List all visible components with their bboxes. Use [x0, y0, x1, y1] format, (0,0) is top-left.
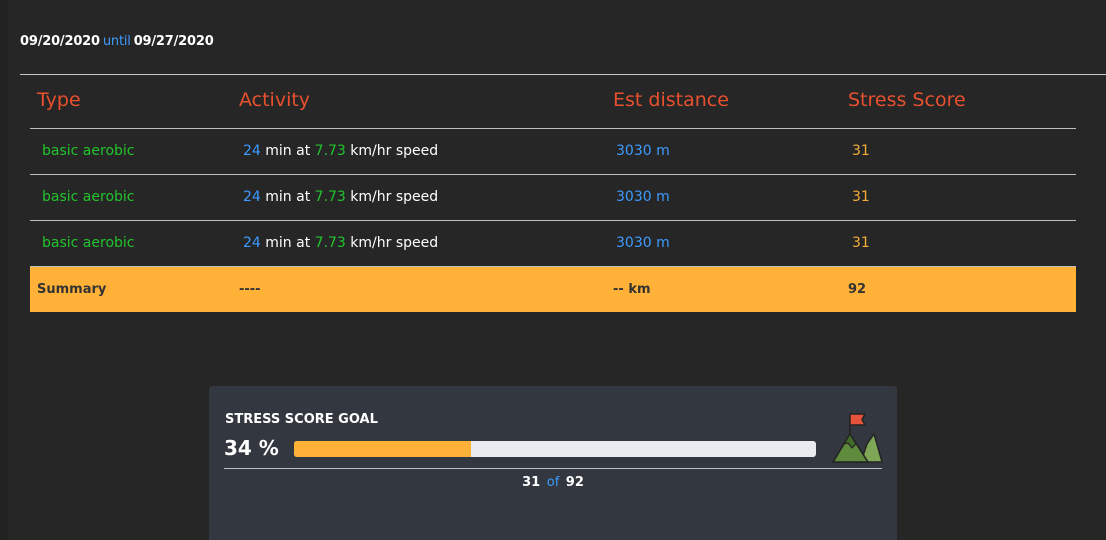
row-score: 31 — [852, 143, 870, 159]
row-activity: 24 min at 7.73 km/hr speed — [243, 189, 438, 205]
goal-current: 31 — [522, 475, 541, 490]
row-distance: 3030 m — [616, 235, 670, 251]
left-edge-panel — [0, 0, 8, 540]
goal-percent: 34 % — [224, 436, 279, 460]
row-minutes: 24 — [243, 143, 261, 159]
row-activity: 24 min at 7.73 km/hr speed — [243, 235, 438, 251]
row-activity: 24 min at 7.73 km/hr speed — [243, 143, 438, 159]
row-speed: 7.73 — [314, 143, 346, 159]
row-distance: 3030 m — [616, 143, 670, 159]
table-row: basic aerobic 24 min at 7.73 km/hr speed… — [30, 129, 1076, 175]
date-range: 09/20/2020 until 09/27/2020 — [20, 34, 214, 49]
column-header-activity: Activity — [239, 89, 311, 111]
goal-progress-bar — [294, 441, 816, 457]
row-speed-unit: km/hr speed — [350, 189, 439, 205]
goal-progress-fill — [294, 441, 472, 457]
row-min-at: min at — [265, 143, 311, 159]
summary-distance: -- km — [613, 282, 651, 297]
column-header-type: Type — [37, 89, 81, 111]
row-type: basic aerobic — [42, 189, 135, 205]
goal-of: of — [546, 475, 560, 490]
summary-activity: ---- — [239, 282, 261, 297]
row-type: basic aerobic — [42, 143, 135, 159]
row-minutes: 24 — [243, 189, 261, 205]
summary-row: Summary ---- -- km 92 — [30, 267, 1076, 312]
goal-title: STRESS SCORE GOAL — [225, 412, 378, 427]
row-minutes: 24 — [243, 235, 261, 251]
goal-divider — [224, 468, 882, 469]
column-header-est-distance: Est distance — [613, 89, 729, 111]
table-row: basic aerobic 24 min at 7.73 km/hr speed… — [30, 221, 1076, 267]
summary-score: 92 — [848, 282, 867, 297]
row-score: 31 — [852, 189, 870, 205]
summary-label: Summary — [37, 282, 107, 297]
activity-table: Type Activity Est distance Stress Score … — [30, 75, 1076, 312]
start-date: 09/20/2020 — [20, 34, 100, 49]
mountain-flag-icon — [832, 413, 883, 463]
goal-count: 31 of 92 — [209, 475, 897, 490]
row-min-at: min at — [265, 189, 311, 205]
row-type: basic aerobic — [42, 235, 135, 251]
row-score: 31 — [852, 235, 870, 251]
goal-target: 92 — [565, 475, 584, 490]
row-speed: 7.73 — [314, 189, 346, 205]
until-label: until — [102, 34, 131, 49]
end-date: 09/27/2020 — [133, 34, 214, 49]
table-row: basic aerobic 24 min at 7.73 km/hr speed… — [30, 175, 1076, 221]
row-speed-unit: km/hr speed — [350, 143, 439, 159]
row-speed: 7.73 — [314, 235, 346, 251]
stress-score-goal-card: STRESS SCORE GOAL 34 % 31 of 92 — [209, 386, 897, 540]
table-header: Type Activity Est distance Stress Score — [30, 75, 1076, 129]
column-header-stress-score: Stress Score — [848, 89, 966, 111]
row-speed-unit: km/hr speed — [350, 235, 439, 251]
row-distance: 3030 m — [616, 189, 670, 205]
row-min-at: min at — [265, 235, 311, 251]
